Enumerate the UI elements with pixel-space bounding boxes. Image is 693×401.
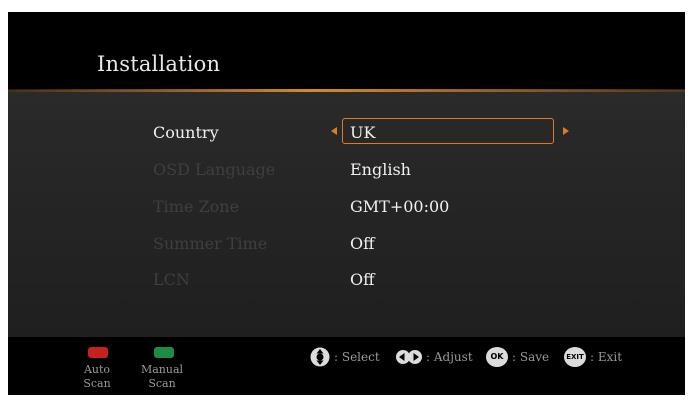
setting-label: LCN [153, 270, 190, 289]
exit-button-icon: EXIT [564, 347, 586, 367]
select-hint-text: : Select [334, 350, 380, 364]
setting-label: Country [153, 123, 219, 142]
auto-scan-line1: Auto [83, 363, 111, 376]
exit-hint: EXIT : Exit [564, 346, 622, 368]
setting-row-osd-language[interactable]: OSD Language English [8, 155, 685, 185]
arrow-right-icon[interactable] [563, 127, 569, 135]
setting-label: Summer Time [153, 234, 268, 253]
setting-value: Off [350, 270, 375, 289]
help-bar: Auto Scan Manual Scan : Select: Adjust … [8, 337, 685, 395]
green-key-icon[interactable] [154, 347, 174, 358]
manual-scan-label: Manual Scan [134, 363, 190, 391]
setting-value: UK [350, 123, 376, 142]
adjust-hint: : Adjust [396, 346, 473, 368]
setting-row-lcn[interactable]: LCN Off [8, 265, 685, 295]
page-title: Installation [97, 52, 221, 76]
auto-scan-label: Auto Scan [74, 363, 120, 391]
adjust-hint-text: : Adjust [426, 350, 473, 364]
exit-hint-text: : Exit [590, 350, 623, 364]
setting-row-summer-time[interactable]: Summer Time Off [8, 229, 685, 259]
setting-label: OSD Language [153, 160, 276, 179]
setting-label: Time Zone [153, 197, 240, 216]
dpad-up-down-icon [310, 347, 330, 367]
select-hint: : Select [310, 346, 380, 368]
setting-value: GMT+00:00 [350, 197, 450, 216]
ok-button-icon: OK [486, 347, 508, 367]
save-hint: OK : Save [486, 346, 549, 368]
arrow-left-icon[interactable] [331, 127, 337, 135]
manual-scan-line2: Scan [148, 377, 176, 390]
setting-value: Off [350, 234, 375, 253]
red-key-icon[interactable] [88, 347, 108, 358]
settings-list: Country UK OSD Language English Time Zon… [8, 92, 685, 337]
save-hint-text: : Save [512, 350, 550, 364]
auto-scan-line2: Scan [83, 377, 111, 390]
setting-value: English [350, 160, 411, 179]
tv-menu-screen: Installation Country UK OSD Language Eng… [8, 12, 685, 395]
left-right-arrows-icon [396, 347, 422, 367]
setting-row-country[interactable]: Country UK [8, 118, 685, 148]
setting-row-time-zone[interactable]: Time Zone GMT+00:00 [8, 192, 685, 222]
menu-header: Installation [8, 12, 685, 90]
manual-scan-line1: Manual [140, 363, 184, 376]
